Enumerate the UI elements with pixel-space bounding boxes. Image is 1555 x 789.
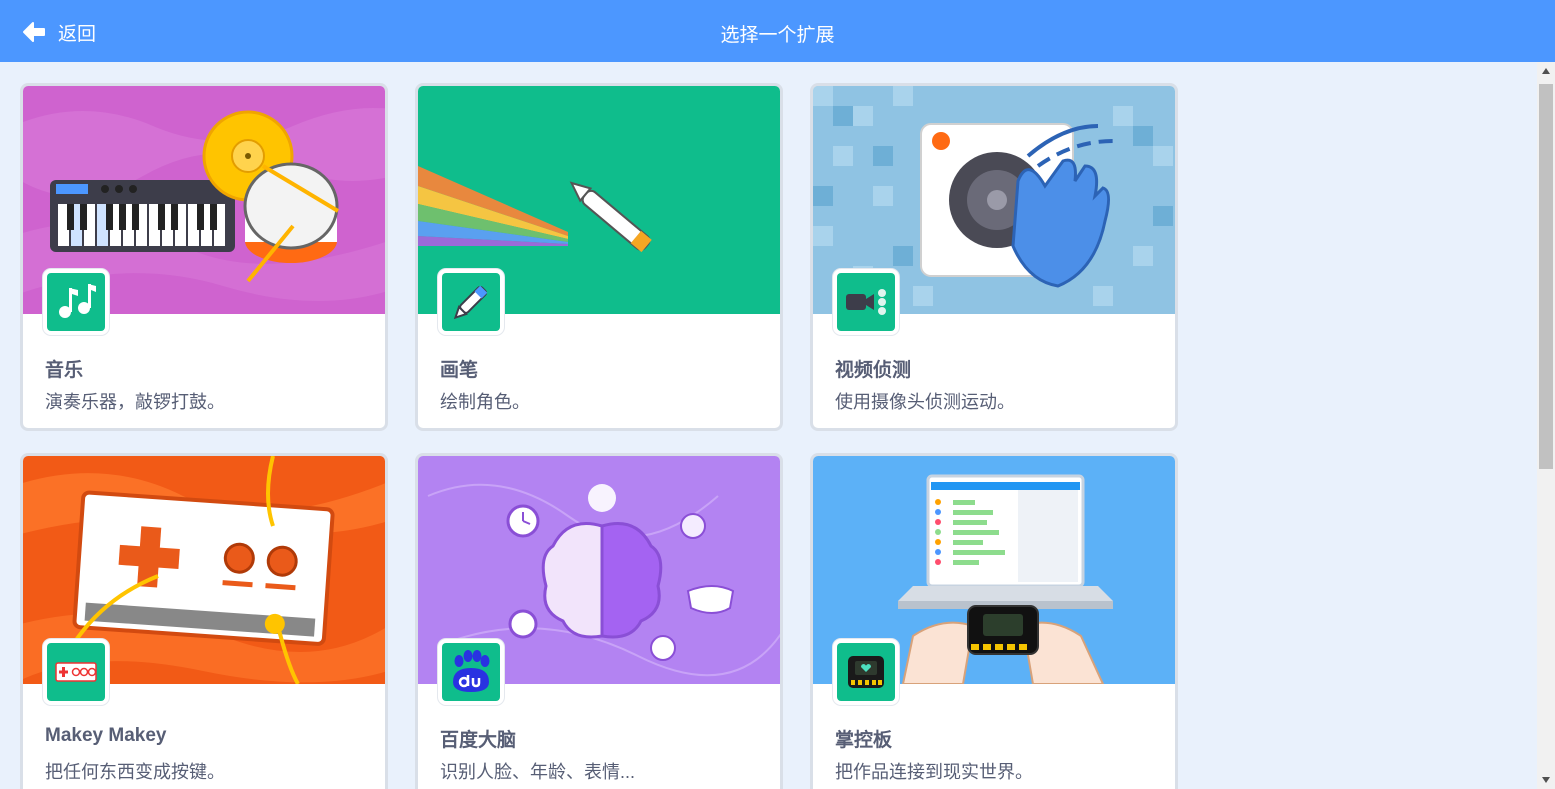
music-notes-icon: [59, 284, 96, 318]
header-bar: 返回 选择一个扩展: [0, 0, 1555, 62]
controller-board-icon: [848, 656, 884, 688]
extension-description: 绘制角色。: [440, 392, 530, 412]
scroll-down-arrow-icon[interactable]: [1542, 777, 1550, 783]
extension-name: 百度大脑: [440, 730, 517, 751]
music-icon-box: [43, 269, 109, 335]
page-title: 选择一个扩展: [720, 25, 835, 46]
extension-description: 演奏乐器，敲锣打鼓。: [45, 392, 225, 412]
extension-library: 音乐 演奏乐器，敲锣打鼓。 画笔 绘制角色。 视频侦测 使用摄像头侦测运动。 M…: [0, 62, 1537, 789]
scrollbar-thumb[interactable]: [1539, 84, 1553, 469]
extension-description: 使用摄像头侦测运动。: [835, 392, 1015, 412]
video-sensing-icon-box: [833, 269, 899, 335]
baidu-brain-icon-box: [438, 639, 504, 705]
scroll-up-arrow-icon[interactable]: [1542, 68, 1550, 74]
makey-makey-icon-box: [43, 639, 109, 705]
pen-icon: [453, 285, 488, 320]
extension-card-baidu-brain[interactable]: 百度大脑 识别人脸、年龄、表情...: [415, 453, 783, 789]
video-camera-icon: [846, 289, 886, 315]
extension-card-controller-board[interactable]: 掌控板 把作品连接到现实世界。: [810, 453, 1178, 789]
extension-name: 画笔: [440, 360, 479, 381]
extension-description: 把作品连接到现实世界。: [835, 762, 1033, 782]
extension-name: 掌控板: [835, 730, 893, 751]
extension-card-video-sensing[interactable]: 视频侦测 使用摄像头侦测运动。: [810, 83, 1178, 431]
baidu-du-icon: [453, 650, 490, 692]
extension-card-music[interactable]: 音乐 演奏乐器，敲锣打鼓。: [20, 83, 388, 431]
extension-name: 视频侦测: [835, 360, 912, 381]
pen-icon-box: [438, 269, 504, 335]
extension-name: 音乐: [45, 360, 84, 381]
makey-makey-icon: [55, 662, 97, 682]
extension-description: 识别人脸、年龄、表情...: [440, 762, 636, 782]
extension-card-pen[interactable]: 画笔 绘制角色。: [415, 83, 783, 431]
extension-card-makey-makey[interactable]: Makey Makey 把任何东西变成按键。: [20, 453, 388, 789]
extension-description: 把任何东西变成按键。: [45, 762, 225, 782]
vertical-scrollbar[interactable]: [1537, 62, 1555, 789]
extension-name: Makey Makey: [45, 725, 167, 746]
controller-board-icon-box: [833, 639, 899, 705]
